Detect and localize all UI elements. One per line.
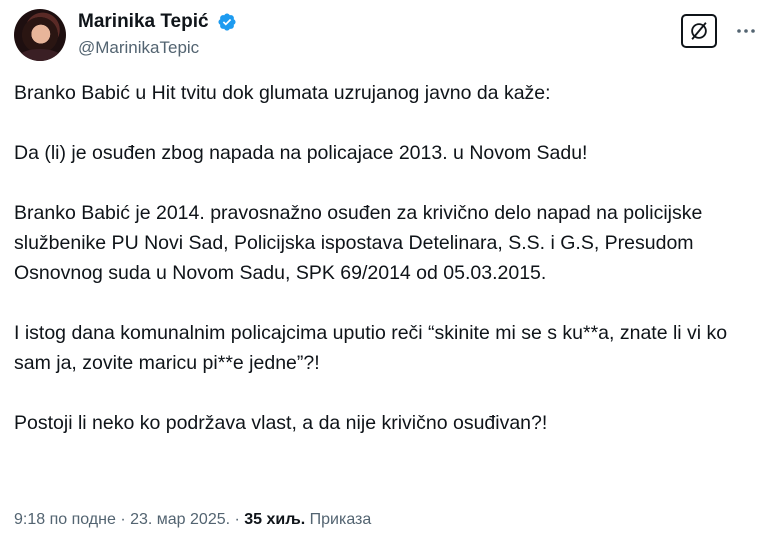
views-count: 35 хиљ. [244, 511, 306, 528]
tweet-time[interactable]: 9:18 по подне [14, 511, 116, 528]
avatar[interactable] [14, 9, 66, 61]
views-label: Приказа [305, 511, 372, 528]
tweet-paragraph: Branko Babić je 2014. pravosnažno osuđen… [14, 202, 708, 284]
author-display-name[interactable]: Marinika Tepić [78, 10, 209, 34]
author-names: Marinika Tepić @MarinikaTepic [78, 10, 237, 60]
author-handle[interactable]: @MarinikaTepic [78, 36, 237, 60]
tweet-paragraph: I istog dana komunalnim policajcima uput… [14, 322, 733, 374]
tweet-card: Marinika Tepić @MarinikaTepic Branko Bab… [0, 0, 770, 558]
tweet-header: Marinika Tepić @MarinikaTepic [14, 8, 758, 64]
grok-icon [691, 22, 707, 40]
avatar-shoulder [18, 49, 62, 61]
grok-button[interactable] [681, 14, 717, 48]
tweet-date[interactable]: 23. мар 2025. [130, 511, 230, 528]
more-icon [737, 29, 755, 33]
tweet-meta: 9:18 по подне · 23. мар 2025. · 35 хиљ. … [14, 509, 371, 531]
meta-separator: · [230, 511, 245, 528]
tweet-paragraph: Da (li) je osuđen zbog napada na policaj… [14, 142, 588, 164]
tweet-text: Branko Babić u Hit tvitu dok glumata uzr… [14, 78, 754, 468]
verified-badge-icon[interactable] [217, 12, 237, 32]
meta-separator: · [115, 511, 131, 528]
more-options-button[interactable] [732, 14, 760, 48]
tweet-paragraph: Postoji li neko ko podržava vlast, a da … [14, 412, 548, 434]
tweet-paragraph: Branko Babić u Hit tvitu dok glumata uzr… [14, 82, 551, 104]
